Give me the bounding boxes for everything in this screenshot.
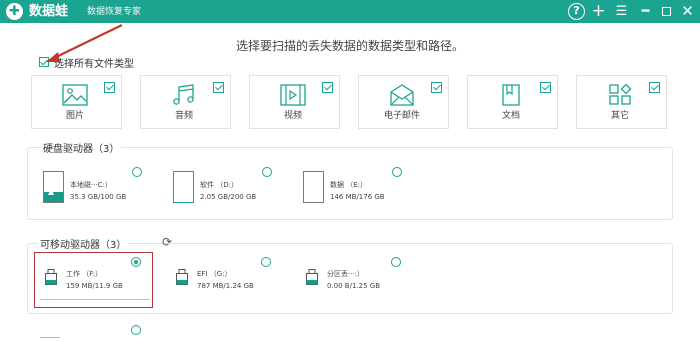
drive-size: 0.00 B/1.25 GB [327,282,381,290]
file-type-email[interactable]: 电子邮件 [358,75,449,129]
file-type-audio[interactable]: 音频 [140,75,231,129]
instruction-text: 选择要扫描的丢失数据的数据类型和路径。 [235,39,464,53]
picture-icon [62,84,88,106]
partial-radio[interactable] [131,325,141,335]
app-name: 数据蛙 [29,4,69,19]
video-icon [280,84,306,106]
drive-e-radio[interactable] [392,167,402,177]
drive-lost-partition-radio[interactable] [391,257,401,267]
email-icon [390,84,414,106]
other-files-icon [609,84,632,105]
drive-size: 146 MB/176 GB [330,193,385,201]
plus-icon[interactable]: + [590,3,607,20]
drive-f[interactable]: 工作 （F:） 159 MB/11.9 GB [45,265,165,305]
drive-g[interactable]: EFI （G:） 787 MB/1.24 GB [176,265,296,305]
title-bar: ✚ 数据蛙 数据恢复专家 ? + ☰ ━ ✕ [0,0,700,23]
file-type-label: 其它 [610,111,629,121]
usb-drive-icon [176,269,188,285]
drive-name: 数据 （E:） [330,181,368,189]
drive-g-radio[interactable] [261,257,271,267]
app-logo-icon: ✚ [6,3,23,20]
drive-d[interactable]: 软件 （D:） 2.05 GB/200 GB [173,171,293,221]
menu-icon[interactable]: ☰ [613,3,630,20]
hard-drives-title: 硬盘驱动器（3） [41,140,122,155]
minimize-icon[interactable]: ━ [637,3,654,20]
partial-drive-icon [40,337,60,342]
drive-e[interactable]: 数据 （E:） 146 MB/176 GB [303,171,423,221]
drive-name: 分区丢···:） [327,270,365,278]
drive-c[interactable]: ▲ 本地磁···C:） 35.3 GB/100 GB [43,171,163,221]
select-all-label: 选择所有文件类型 [54,58,134,70]
hard-drive-icon [173,171,194,203]
file-type-label: 文档 [501,111,520,121]
file-type-documents[interactable]: 文档 [467,75,558,129]
documents-checkbox[interactable] [540,82,551,93]
usb-drive-icon [45,269,57,285]
checkbox-icon[interactable] [39,57,49,67]
drive-f-radio[interactable] [131,257,141,267]
music-icon [173,84,194,105]
maximize-icon[interactable] [658,3,675,20]
drive-lost-partition[interactable]: 分区丢···:） 0.00 B/1.25 GB [306,265,426,305]
drive-size: 2.05 GB/200 GB [200,193,257,201]
drive-size: 35.3 GB/100 GB [70,193,127,201]
drive-name: 工作 （F:） [66,270,103,278]
file-type-label: 图片 [65,111,84,121]
removable-drives-title: 可移动驱动器（3） [38,236,129,251]
refresh-icon[interactable]: ⟳ [162,236,174,248]
file-type-pictures[interactable]: 图片 [31,75,122,129]
file-type-other[interactable]: 其它 [576,75,667,129]
drive-name: EFI （G:） [197,270,232,278]
video-checkbox[interactable] [322,82,333,93]
audio-checkbox[interactable] [213,82,224,93]
file-type-label: 电子邮件 [383,111,420,121]
hard-drive-icon [303,171,324,203]
pictures-checkbox[interactable] [104,82,115,93]
usb-drive-icon [306,269,318,285]
select-all-checkbox[interactable]: 选择所有文件类型 [39,55,134,70]
drive-size: 787 MB/1.24 GB [197,282,254,290]
email-checkbox[interactable] [431,82,442,93]
drive-name: 本地磁···C:） [70,181,112,189]
drive-name: 软件 （D:） [200,181,238,189]
drive-size: 159 MB/11.9 GB [66,282,123,290]
document-icon [502,84,520,106]
app-subtitle: 数据恢复专家 [87,7,142,17]
drive-c-radio[interactable] [132,167,142,177]
hard-drive-icon: ▲ [43,171,64,203]
file-type-video[interactable]: 视频 [249,75,340,129]
file-type-label: 音频 [174,111,193,121]
help-icon[interactable]: ? [568,3,585,20]
file-type-label: 视频 [283,111,302,121]
close-icon[interactable]: ✕ [679,3,696,20]
other-checkbox[interactable] [649,82,660,93]
drive-d-radio[interactable] [262,167,272,177]
